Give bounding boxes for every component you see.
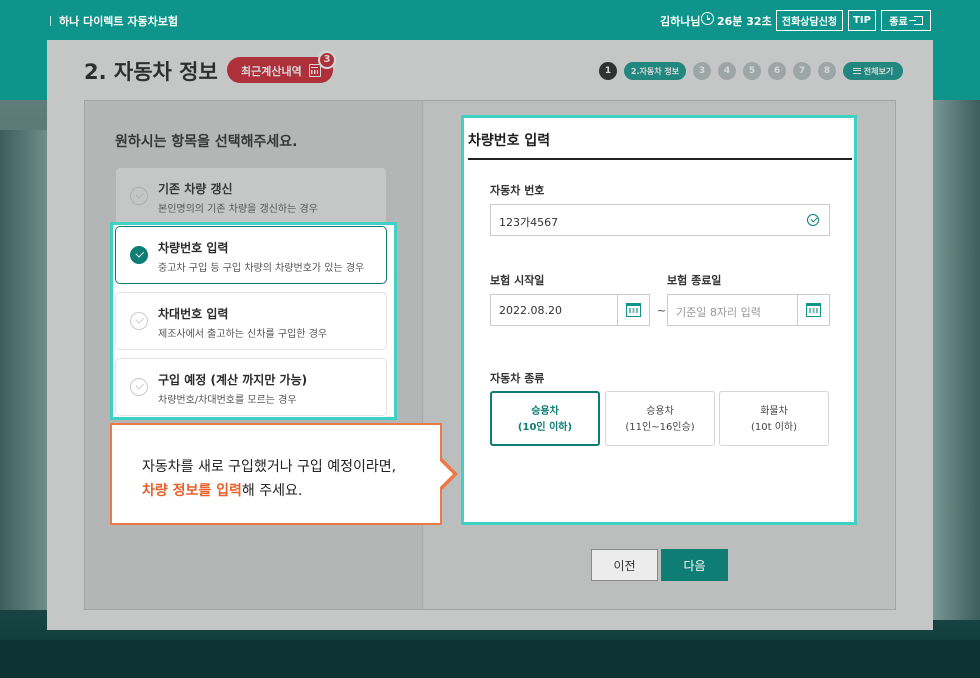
start-date-input[interactable]: 2022.08.20 <box>490 294 650 326</box>
option-title: 구입 예정 (계산 까지만 가능) <box>158 373 308 387</box>
highlighted-options: 차량번호 입력 중고차 구입 등 구입 차량의 차량번호가 있는 경우 차대번호… <box>110 222 397 420</box>
brand-title: 하나 다이렉트 자동차보험 <box>50 13 178 29</box>
exit-label: 종료 <box>889 17 908 28</box>
background-seat-right <box>933 100 980 620</box>
vehicle-type-name: 화물차 <box>760 406 788 417</box>
vehicle-type-passenger-small[interactable]: 승용차 (10인 이하) <box>490 391 600 446</box>
callout-line1: 자동차를 새로 구입했거나 구입 예정이라면, <box>142 459 397 475</box>
plate-label: 자동차 번호 <box>490 184 545 197</box>
end-date-calendar-button[interactable] <box>797 295 829 325</box>
option-title: 차량번호 입력 <box>158 241 229 255</box>
option-desc: 차량번호/차대번호를 모르는 경우 <box>158 395 297 406</box>
prev-label: 이전 <box>613 558 636 573</box>
vehicle-type-label: 자동차 종류 <box>490 372 545 385</box>
start-date-value: 2022.08.20 <box>499 304 562 317</box>
background-seat-left <box>0 130 47 610</box>
user-name: 김하나님 <box>660 15 701 28</box>
vehicle-type-detail: (11인~16인승) <box>625 422 695 433</box>
option-planned-purchase[interactable]: 구입 예정 (계산 까지만 가능) 차량번호/차대번호를 모르는 경우 <box>115 358 387 416</box>
option-desc: 중고차 구입 등 구입 차량의 차량번호가 있는 경우 <box>158 263 365 274</box>
end-date-placeholder: 기준일 8자리 입력 <box>676 306 761 319</box>
form-divider <box>468 158 852 160</box>
brand-text: 하나 다이렉트 자동차보험 <box>59 15 178 28</box>
tip-label: TIP <box>853 15 871 26</box>
option-vin-number[interactable]: 차대번호 입력 제조사에서 출고하는 신차를 구입한 경우 <box>115 292 387 350</box>
date-range-separator: ~ <box>657 304 667 317</box>
clock-icon <box>701 12 714 25</box>
prev-button[interactable]: 이전 <box>591 549 658 581</box>
background-bottom <box>0 640 980 678</box>
vehicle-type-detail: (10인 이하) <box>517 422 573 433</box>
option-desc: 제조사에서 출고하는 신차를 구입한 경우 <box>158 329 328 340</box>
check-icon <box>130 246 148 264</box>
vehicle-type-passenger-large[interactable]: 승용차 (11인~16인승) <box>605 391 715 446</box>
session-timer: 26분 32초 <box>717 15 772 28</box>
callout-rest: 해 주세요. <box>241 483 303 499</box>
phone-consult-button[interactable]: 전화상담신청 <box>776 10 843 31</box>
next-button[interactable]: 다음 <box>661 549 728 581</box>
top-bar: 하나 다이렉트 자동차보험 김하나님 26분 32초 전화상담신청 TIP 종료 <box>0 0 980 40</box>
tip-button[interactable]: TIP <box>848 10 876 31</box>
plate-input-form: 차량번호 입력 자동차 번호 123가4567 보험 시작일 2022.08.2… <box>461 115 857 525</box>
vehicle-type-detail: (10t 이하) <box>750 422 798 433</box>
start-date-calendar-button[interactable] <box>617 295 649 325</box>
vehicle-type-name: 승용차 <box>531 406 559 417</box>
form-title: 차량번호 입력 <box>468 133 551 149</box>
check-icon <box>130 378 148 396</box>
plate-number-value: 123가4567 <box>499 216 559 229</box>
end-date-label: 보험 종료일 <box>667 274 722 287</box>
start-date-label: 보험 시작일 <box>490 274 545 287</box>
phone-consult-label: 전화상담신청 <box>781 17 838 28</box>
callout-arrow-inner <box>438 459 453 489</box>
callout-highlight: 차량 정보를 입력 <box>142 483 242 499</box>
vehicle-type-name: 승용차 <box>646 406 674 417</box>
guide-callout: 자동차를 새로 구입했거나 구입 예정이라면, 차량 정보를 입력해 주세요. <box>110 423 442 525</box>
calendar-icon <box>626 303 641 317</box>
exit-button[interactable]: 종료 <box>881 10 931 31</box>
calendar-icon <box>806 303 821 317</box>
plate-number-input[interactable]: 123가4567 <box>490 204 830 236</box>
next-label: 다음 <box>683 558 706 573</box>
callout-line2: 차량 정보를 입력해 주세요. <box>142 479 440 503</box>
end-date-input[interactable]: 기준일 8자리 입력 <box>667 294 830 326</box>
option-title: 차대번호 입력 <box>158 307 229 321</box>
verified-check-icon <box>807 214 819 226</box>
check-icon <box>130 312 148 330</box>
option-plate-number[interactable]: 차량번호 입력 중고차 구입 등 구입 차량의 차량번호가 있는 경우 <box>115 226 387 284</box>
exit-icon <box>908 16 923 25</box>
vehicle-type-truck[interactable]: 화물차 (10t 이하) <box>719 391 829 446</box>
